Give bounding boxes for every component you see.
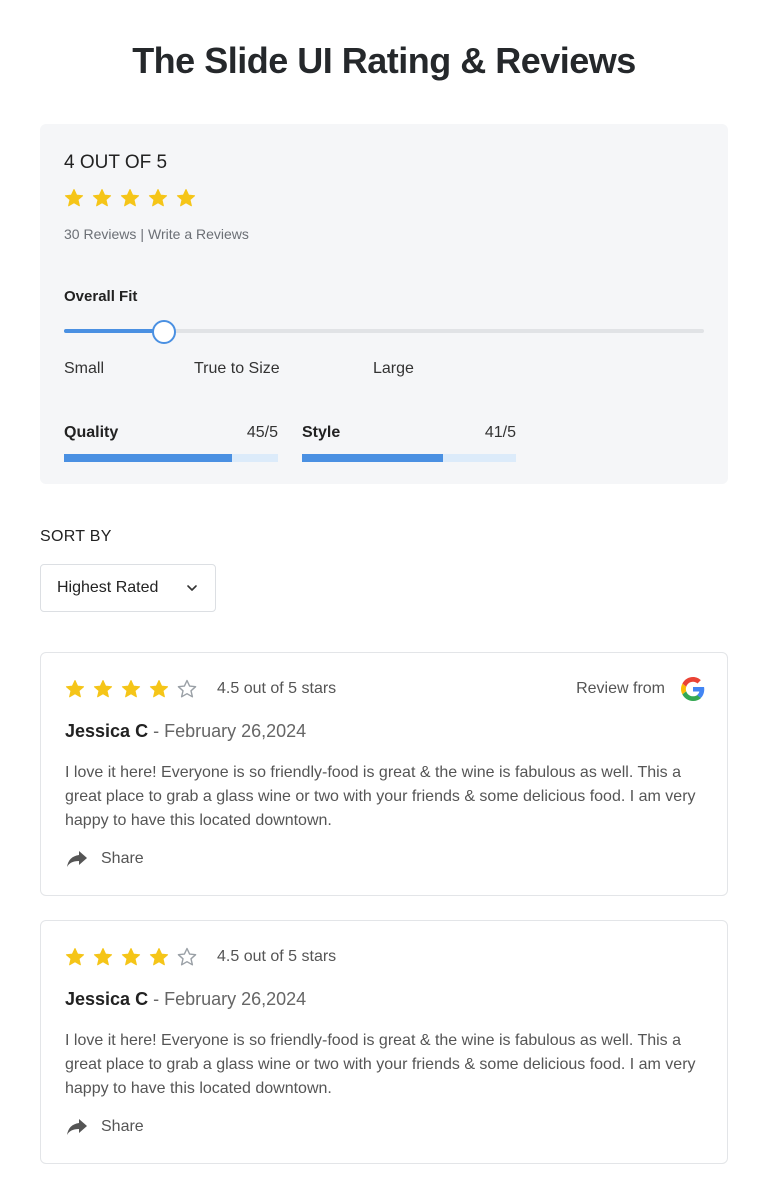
quality-value: 45/5 <box>246 424 278 441</box>
google-icon <box>681 677 705 701</box>
meta-separator: | <box>140 226 145 242</box>
fit-tick-true-to-size: True to Size <box>194 360 280 377</box>
overall-score: 4 OUT OF 5 <box>64 152 168 173</box>
quality-label: Quality <box>64 424 119 441</box>
style-bar <box>302 454 516 462</box>
summary-stars <box>64 188 196 208</box>
review-date: - February 26,2024 <box>148 989 307 1009</box>
star-empty-icon <box>177 679 197 698</box>
star-filled-icon <box>149 948 169 966</box>
write-review-link[interactable]: Write a Reviews <box>148 226 249 242</box>
share-label: Share <box>101 1118 144 1135</box>
share-arrow-icon <box>67 1119 87 1135</box>
star-filled-icon <box>92 189 112 207</box>
share-label: Share <box>101 850 144 867</box>
reviewer-name: Jessica C <box>65 721 149 741</box>
review-stars <box>65 679 197 699</box>
star-filled-icon <box>64 189 84 207</box>
quality-bar-fill <box>64 454 232 462</box>
review-stars <box>65 947 197 967</box>
star-filled-icon <box>120 189 140 207</box>
star-filled-icon <box>121 680 141 698</box>
review-date: - February 26,2024 <box>148 721 307 741</box>
fit-tick-small: Small <box>64 360 105 377</box>
star-filled-icon <box>121 948 141 966</box>
share-button[interactable]: Share <box>65 849 144 869</box>
sort-selected-value: Highest Rated <box>57 579 159 596</box>
star-filled-icon <box>176 189 196 207</box>
star-filled-icon <box>93 680 113 698</box>
rating-summary-panel: 4 OUT OF 5 30 Reviews | Write a Reviews Ov… <box>40 124 728 484</box>
review-body: I love it here! Everyone is so friendly-… <box>65 764 696 829</box>
review-meta: 30 Reviews | Write a Reviews <box>64 226 249 242</box>
overall-fit-label: Overall Fit <box>64 288 138 305</box>
reviewer-name: Jessica C <box>65 989 149 1009</box>
quality-bar <box>64 454 278 462</box>
star-filled-icon <box>148 189 168 207</box>
star-filled-icon <box>65 948 85 966</box>
star-filled-icon <box>149 680 169 698</box>
review-card: 4.5 out of 5 stars Review from Jessica C… <box>40 652 728 896</box>
fit-tick-large: Large <box>373 360 414 377</box>
sort-dropdown[interactable]: Highest Rated <box>40 564 216 612</box>
reviewer-line: Jessica C - February 26,2024 <box>65 721 306 742</box>
reviewer-line: Jessica C - February 26,2024 <box>65 989 306 1010</box>
quality-rating: Quality 45/5 <box>64 424 278 462</box>
chevron-down-icon <box>187 585 197 591</box>
share-button[interactable]: Share <box>65 1117 144 1137</box>
review-count: 30 Reviews <box>64 226 137 242</box>
overall-fit-slider[interactable] <box>64 320 704 344</box>
review-card: 4.5 out of 5 stars Jessica C - February … <box>40 920 728 1164</box>
star-filled-icon <box>93 948 113 966</box>
review-stars-text: 4.5 out of 5 stars <box>217 680 337 697</box>
share-arrow-icon <box>67 851 87 867</box>
review-source-label: Review from <box>576 680 665 697</box>
page-title: The Slide UI Rating & Reviews <box>132 40 636 81</box>
star-filled-icon <box>65 680 85 698</box>
slider-fill <box>64 329 164 333</box>
review-body: I love it here! Everyone is so friendly-… <box>65 1032 696 1097</box>
review-source: Review from <box>576 677 705 701</box>
style-value: 41/5 <box>484 424 516 441</box>
star-empty-icon <box>177 947 197 966</box>
slider-thumb[interactable] <box>151 320 176 344</box>
style-rating: Style 41/5 <box>302 424 516 462</box>
review-stars-text: 4.5 out of 5 stars <box>217 948 337 965</box>
style-bar-fill <box>302 454 444 462</box>
style-label: Style <box>302 424 341 441</box>
sort-by-label: SORT BY <box>40 528 112 545</box>
